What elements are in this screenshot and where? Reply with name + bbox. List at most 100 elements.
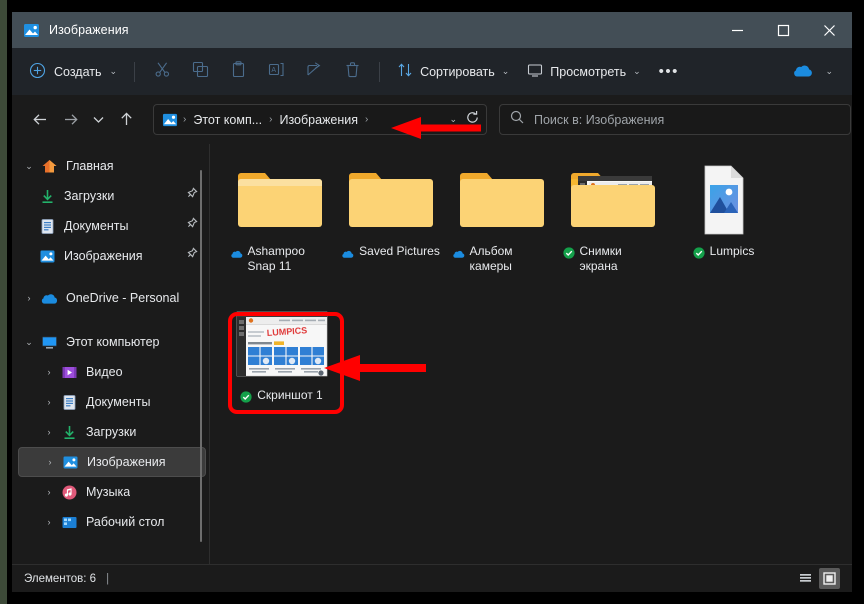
file-item[interactable]: Снимки экрана: [557, 158, 668, 276]
check-badge-icon: [562, 246, 575, 264]
recent-locations-button[interactable]: [85, 105, 111, 135]
sidebar-item-pictures[interactable]: Изображения: [18, 241, 206, 271]
file-item[interactable]: Альбом камеры: [446, 158, 557, 276]
sidebar-item-label: Документы: [86, 395, 151, 409]
chevron-down-icon: ⌄: [501, 66, 510, 76]
folder-icon: [232, 164, 328, 236]
breadcrumb-item-pictures[interactable]: Изображения: [277, 113, 360, 127]
breadcrumb-item-this-pc[interactable]: Этот комп...: [191, 113, 264, 127]
delete-button[interactable]: [333, 56, 371, 88]
window-title: Изображения: [49, 23, 129, 37]
chevron-right-icon[interactable]: ›: [38, 367, 60, 377]
sidebar-item-this-pc[interactable]: ⌄ Этот компьютер: [18, 327, 206, 357]
file-item[interactable]: Ashampoo Snap 11: [224, 158, 335, 276]
chevron-right-icon[interactable]: ›: [39, 457, 61, 467]
downloads-icon: [38, 187, 56, 205]
chevron-right-icon[interactable]: ›: [38, 427, 60, 437]
new-button[interactable]: Создать ⌄: [22, 56, 126, 88]
navigation-pane: ⌄ Главная Загрузки Документы Изображения…: [12, 144, 210, 564]
chevron-down-icon[interactable]: ⌄: [18, 337, 40, 348]
pictures-icon: [162, 112, 178, 128]
sidebar-scrollbar[interactable]: [200, 170, 202, 542]
file-caption: Скриншот 1: [236, 388, 326, 408]
sidebar-item-documents-pc[interactable]: › Документы: [18, 387, 206, 417]
pin-icon[interactable]: [185, 217, 198, 235]
up-button[interactable]: [111, 105, 141, 135]
cloud-badge-icon: [230, 246, 243, 264]
pc-icon: [40, 333, 58, 351]
file-caption: Альбом камеры: [448, 244, 556, 274]
chevron-right-icon[interactable]: ›: [38, 517, 60, 527]
view-toggle-group: [795, 568, 840, 589]
screenshot-thumbnail: LUMPICS: [234, 308, 330, 380]
title-bar: Изображения: [12, 12, 852, 48]
desktop-icon: [60, 513, 78, 531]
paste-button[interactable]: [219, 56, 257, 88]
sidebar-item-pictures-pc[interactable]: › Изображения: [18, 447, 206, 477]
rename-button[interactable]: A: [257, 56, 295, 88]
scissors-icon: [154, 61, 171, 83]
maximize-button[interactable]: [760, 12, 806, 48]
chevron-down-icon[interactable]: ⌄: [18, 161, 40, 172]
copy-button[interactable]: [181, 56, 219, 88]
list-view-button[interactable]: [795, 568, 816, 589]
close-button[interactable]: [806, 12, 852, 48]
file-name: Скриншот 1: [257, 388, 323, 402]
refresh-icon[interactable]: [465, 110, 480, 130]
file-item-screenshot-1[interactable]: LUMPICS Скриншот 1: [226, 302, 337, 420]
minimize-button[interactable]: [714, 12, 760, 48]
chevron-right-icon[interactable]: ›: [38, 487, 60, 497]
search-box[interactable]: Поиск в: Изображения: [499, 104, 851, 135]
search-placeholder: Поиск в: Изображения: [534, 112, 665, 127]
toolbar-divider-2: [379, 61, 381, 82]
check-badge-icon: [693, 246, 705, 264]
file-caption: Lumpics: [689, 244, 759, 264]
file-item[interactable]: Lumpics: [668, 158, 779, 276]
sidebar-item-label: OneDrive - Personal: [66, 291, 180, 305]
search-icon: [510, 110, 524, 129]
sidebar-item-desktop[interactable]: › Рабочий стол: [18, 507, 206, 537]
grid-row-break: [224, 276, 852, 302]
cloud-icon: [40, 289, 58, 307]
window-controls: [714, 12, 852, 48]
pin-icon[interactable]: [185, 247, 198, 265]
explorer-body: ⌄ Главная Загрузки Документы Изображения…: [12, 144, 852, 564]
chevron-right-icon[interactable]: ›: [38, 397, 60, 407]
share-button[interactable]: [295, 56, 333, 88]
sort-button-label: Сортировать: [420, 64, 495, 79]
file-name: Lumpics: [709, 244, 755, 258]
sidebar-item-label: Этот компьютер: [66, 335, 160, 349]
chevron-down-icon[interactable]: ⌄: [449, 115, 457, 124]
sidebar-item-label: Изображения: [87, 455, 166, 469]
address-bar[interactable]: › Этот комп... › Изображения › ⌄: [153, 104, 487, 135]
back-button[interactable]: [25, 105, 55, 135]
cut-button[interactable]: [143, 56, 181, 88]
sidebar-item-onedrive[interactable]: › OneDrive - Personal: [18, 283, 206, 313]
desktop-edge-strip: [0, 0, 7, 604]
view-button[interactable]: Просмотреть ⌄: [518, 56, 649, 88]
status-bar: Элементов: 6 |: [12, 564, 852, 592]
ellipsis-icon: •••: [658, 63, 679, 80]
toolbar-divider: [134, 61, 136, 82]
sidebar-item-music[interactable]: › Музыка: [18, 477, 206, 507]
chevron-down-icon: ⌄: [633, 66, 641, 76]
sidebar-item-videos[interactable]: › Видео: [18, 357, 206, 387]
sidebar-item-documents[interactable]: Документы: [18, 211, 206, 241]
forward-button[interactable]: [55, 105, 85, 135]
sidebar-item-downloads[interactable]: Загрузки: [18, 181, 206, 211]
screenshot-root: Изображения Создать ⌄ A Сортировать ⌄ Пр…: [0, 0, 864, 604]
pin-icon[interactable]: [185, 187, 198, 205]
sidebar-item-home[interactable]: ⌄ Главная: [18, 151, 206, 181]
tiles-view-button[interactable]: [819, 568, 840, 589]
file-item[interactable]: Saved Pictures: [335, 158, 446, 276]
file-list-pane[interactable]: Ashampoo Snap 11 Saved Pictures Альбом к…: [210, 144, 852, 564]
sort-button[interactable]: Сортировать ⌄: [388, 56, 518, 88]
sidebar-item-downloads-pc[interactable]: › Загрузки: [18, 417, 206, 447]
new-button-label: Создать: [54, 64, 102, 79]
onedrive-status-button[interactable]: ⌄: [783, 56, 842, 88]
file-caption: Ashampoo Snap 11: [226, 244, 334, 274]
breadcrumb-separator: ›: [365, 114, 369, 125]
chevron-right-icon[interactable]: ›: [18, 293, 40, 303]
more-options-button[interactable]: •••: [650, 56, 688, 88]
sort-arrows-icon: [397, 62, 413, 81]
